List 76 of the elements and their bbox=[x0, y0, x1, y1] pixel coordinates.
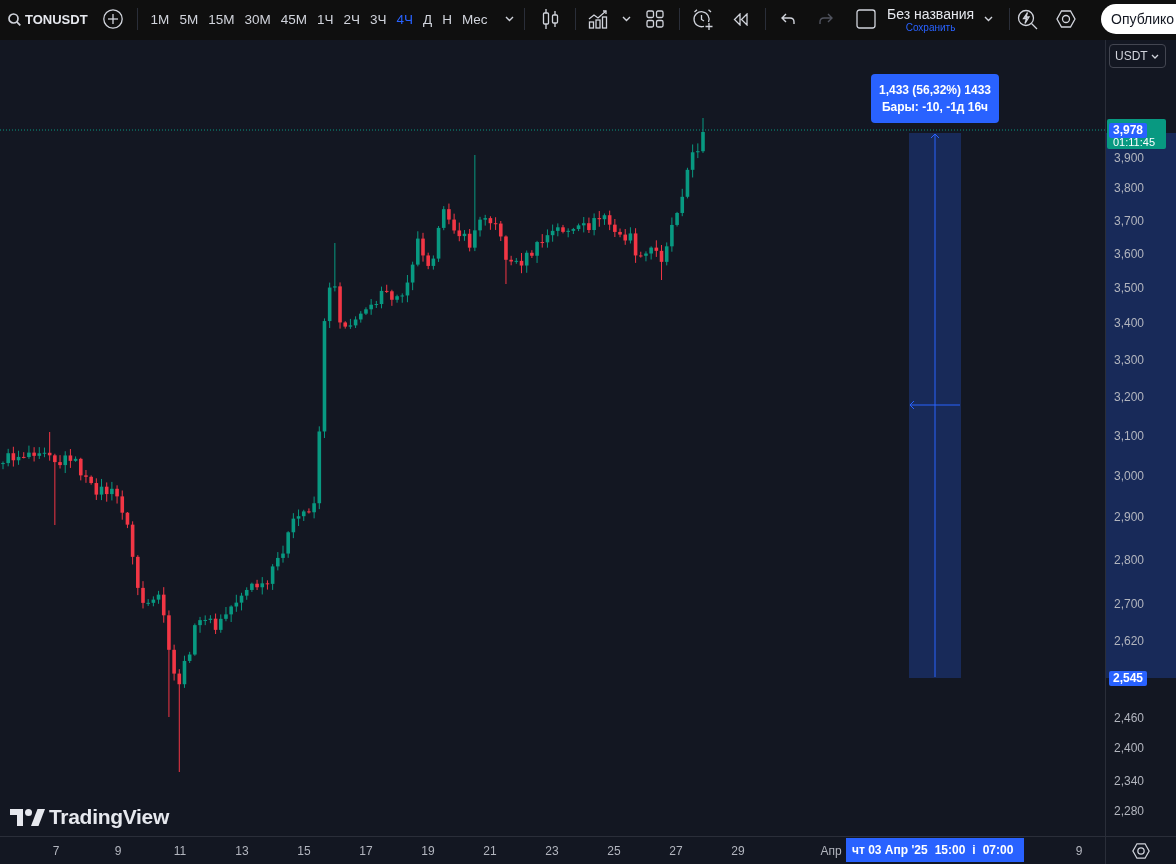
time-label: 23 bbox=[544, 843, 560, 859]
price-label: 2,280 bbox=[1114, 803, 1145, 819]
plus-circle-icon[interactable] bbox=[102, 9, 123, 29]
time-label: 13 bbox=[234, 843, 250, 859]
price-label: 3,200 bbox=[1114, 389, 1145, 405]
price-label: 3,500 bbox=[1114, 280, 1145, 296]
time-label: 17 bbox=[358, 843, 374, 859]
publish-button[interactable]: Опублико bbox=[1101, 4, 1176, 34]
chevron-down-icon bbox=[1151, 53, 1159, 59]
price-label: 2,340 bbox=[1114, 773, 1145, 789]
interval-button[interactable]: 2Ч bbox=[338, 5, 365, 33]
settings-icon[interactable] bbox=[1132, 841, 1150, 860]
interval-button[interactable]: 1Ч bbox=[311, 5, 339, 33]
time-label: 11 bbox=[172, 843, 188, 859]
candlestick-icon[interactable] bbox=[541, 8, 559, 30]
price-label: 3,800 bbox=[1114, 180, 1145, 196]
chevron-down-icon[interactable] bbox=[504, 16, 514, 22]
time-label: 7 bbox=[51, 843, 61, 859]
currency-dropdown[interactable]: USDT bbox=[1109, 44, 1166, 68]
interval-button[interactable]: 1M bbox=[145, 5, 175, 33]
price-label: 3,900 bbox=[1114, 150, 1145, 166]
time-label: 9 bbox=[113, 843, 123, 859]
price-label: 2,460 bbox=[1114, 710, 1145, 726]
price-badge: 2,545 bbox=[1109, 670, 1148, 686]
logo-text: TradingView bbox=[49, 805, 169, 829]
interval-button[interactable]: Н bbox=[437, 5, 457, 33]
price-label: 3,000 bbox=[1114, 468, 1145, 484]
chart-bars-icon[interactable] bbox=[587, 9, 608, 29]
price-label: 3,100 bbox=[1114, 428, 1145, 444]
time-badge-text: 07:00 bbox=[982, 843, 1014, 857]
time-label: 25 bbox=[606, 843, 622, 859]
price-label: 3,700 bbox=[1114, 213, 1145, 229]
interval-button[interactable]: 5M bbox=[174, 5, 204, 33]
search-icon bbox=[8, 12, 21, 26]
chevron-down-icon[interactable] bbox=[983, 16, 993, 22]
time-label: 27 bbox=[668, 843, 684, 859]
alarm-clock-icon[interactable] bbox=[691, 7, 714, 31]
interval-button[interactable]: 3Ч bbox=[364, 5, 392, 33]
price-label: 3,300 bbox=[1114, 352, 1145, 368]
square-icon[interactable] bbox=[855, 9, 876, 29]
time-badge-text: 15:00 bbox=[934, 843, 966, 857]
settings-icon[interactable] bbox=[1055, 9, 1076, 29]
chevron-down-icon[interactable] bbox=[621, 16, 631, 22]
price-label: 2,700 bbox=[1114, 596, 1145, 612]
time-badge-text: чт 03 Апр '25 bbox=[852, 843, 928, 857]
horizontal-arrow bbox=[909, 400, 961, 410]
countdown-text: 01:11:45 bbox=[1112, 136, 1155, 149]
symbol-search-button[interactable]: TONUSDT bbox=[6, 5, 90, 33]
magnifier-bolt-icon[interactable] bbox=[1016, 8, 1038, 30]
price-label: 2,620 bbox=[1114, 633, 1145, 649]
interval-button[interactable]: 4Ч bbox=[391, 5, 418, 33]
interval-button[interactable]: 15M bbox=[203, 5, 240, 33]
interval-button[interactable]: 30M bbox=[239, 5, 276, 33]
logo-icon bbox=[10, 808, 45, 826]
time-label: Апр bbox=[819, 843, 843, 859]
time-label: 19 bbox=[420, 843, 436, 859]
price-label: 2,400 bbox=[1114, 740, 1145, 756]
price-label: 2,800 bbox=[1114, 552, 1145, 568]
time-label: 15 bbox=[296, 843, 312, 859]
layout-title[interactable]: Без названия bbox=[887, 5, 975, 22]
time-label: 21 bbox=[482, 843, 498, 859]
interval-button[interactable]: Мес bbox=[456, 5, 493, 33]
time-label: 9 bbox=[1074, 843, 1084, 859]
rewind-icon[interactable] bbox=[732, 12, 748, 26]
grid-icon[interactable] bbox=[645, 10, 664, 28]
price-label: 3,600 bbox=[1114, 246, 1145, 262]
tooltip-text: 1,433 (56,32%) 1433 bbox=[878, 83, 992, 97]
price-label: 2,900 bbox=[1114, 509, 1145, 525]
time-badge-text: i bbox=[972, 843, 976, 857]
undo-icon[interactable] bbox=[780, 13, 795, 25]
time-label: 29 bbox=[730, 843, 746, 859]
price-label: 3,400 bbox=[1114, 315, 1145, 331]
interval-button[interactable]: Д bbox=[418, 5, 438, 33]
save-link[interactable]: Сохранить bbox=[905, 21, 956, 33]
interval-button[interactable]: 45M bbox=[275, 5, 312, 33]
tooltip-text: Бары: -10, -1д 16ч bbox=[881, 100, 989, 114]
